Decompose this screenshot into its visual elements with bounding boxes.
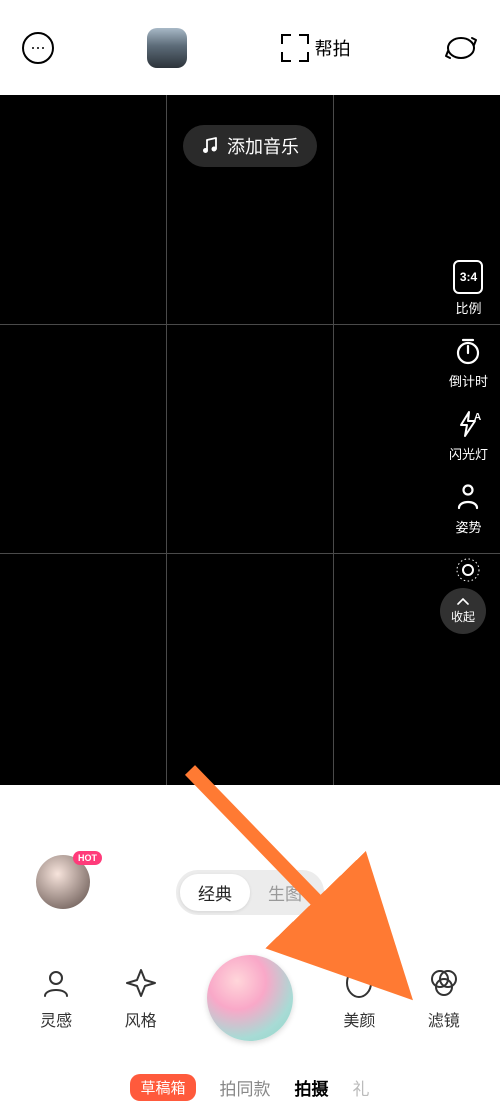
bottom-tabs: 草稿箱 拍同款 拍摄 礼 (0, 1074, 500, 1101)
filter-button[interactable]: 滤镜 (426, 965, 462, 1031)
mode-classic[interactable]: 经典 (180, 874, 250, 911)
filter-label: 滤镜 (428, 1007, 460, 1031)
assist-label: 帮拍 (315, 35, 351, 61)
tab-shoot[interactable]: 拍摄 (295, 1075, 329, 1100)
pose-label: 姿势 (455, 517, 481, 536)
music-icon (201, 137, 219, 155)
aspect-ratio-button[interactable]: 3:4 比例 (453, 260, 483, 317)
mode-generate[interactable]: 生图 (250, 874, 320, 911)
grid-line (0, 553, 500, 554)
filter-icon (426, 965, 462, 1001)
grid-line (0, 324, 500, 325)
menu-dots-button[interactable] (22, 32, 54, 64)
pose-button[interactable]: 姿势 (452, 481, 484, 536)
tab-extra[interactable]: 礼 (353, 1075, 370, 1100)
hot-badge: HOT (73, 851, 102, 865)
beauty-button[interactable]: 美颜 (341, 965, 377, 1031)
person-icon (38, 965, 74, 1001)
avatar-button[interactable]: HOT (36, 855, 90, 909)
add-music-button[interactable]: 添加音乐 (183, 125, 317, 167)
collapse-button[interactable]: 收起 (440, 588, 486, 634)
beauty-label: 美颜 (343, 1007, 375, 1031)
sparkle-ring-icon (452, 554, 484, 586)
pose-icon (452, 481, 484, 513)
frame-icon (281, 34, 309, 62)
camera-viewfinder[interactable]: 添加音乐 3:4 比例 倒计时 A 闪光灯 (0, 95, 500, 785)
grid-line (166, 95, 167, 785)
ratio-icon: 3:4 (453, 260, 483, 294)
add-music-label: 添加音乐 (227, 133, 299, 159)
inspire-button[interactable]: 灵感 (38, 965, 74, 1031)
mode-switch[interactable]: 经典 生图 (176, 870, 324, 915)
switch-camera-button[interactable] (444, 34, 478, 62)
tab-draft[interactable]: 草稿箱 (130, 1074, 195, 1101)
tab-same[interactable]: 拍同款 (220, 1075, 271, 1100)
flash-icon: A (452, 408, 484, 440)
extra-button[interactable] (452, 554, 484, 586)
chevron-up-icon (457, 598, 469, 606)
timer-label: 倒计时 (449, 371, 488, 390)
flash-button[interactable]: A 闪光灯 (449, 408, 488, 463)
sparkle-icon (123, 965, 159, 1001)
ratio-label: 比例 (455, 298, 481, 317)
collapse-label: 收起 (451, 608, 475, 625)
timer-button[interactable]: 倒计时 (449, 335, 488, 390)
gallery-thumb[interactable] (147, 28, 187, 68)
face-icon (341, 965, 377, 1001)
assist-shoot-button[interactable]: 帮拍 (281, 34, 351, 62)
timer-icon (452, 335, 484, 367)
style-label: 风格 (125, 1007, 157, 1031)
inspire-label: 灵感 (40, 1007, 72, 1031)
svg-text:A: A (474, 412, 481, 423)
style-button[interactable]: 风格 (123, 965, 159, 1031)
grid-line (333, 95, 334, 785)
flash-label: 闪光灯 (449, 444, 488, 463)
switch-camera-icon (444, 34, 478, 62)
shutter-button[interactable] (207, 955, 293, 1041)
